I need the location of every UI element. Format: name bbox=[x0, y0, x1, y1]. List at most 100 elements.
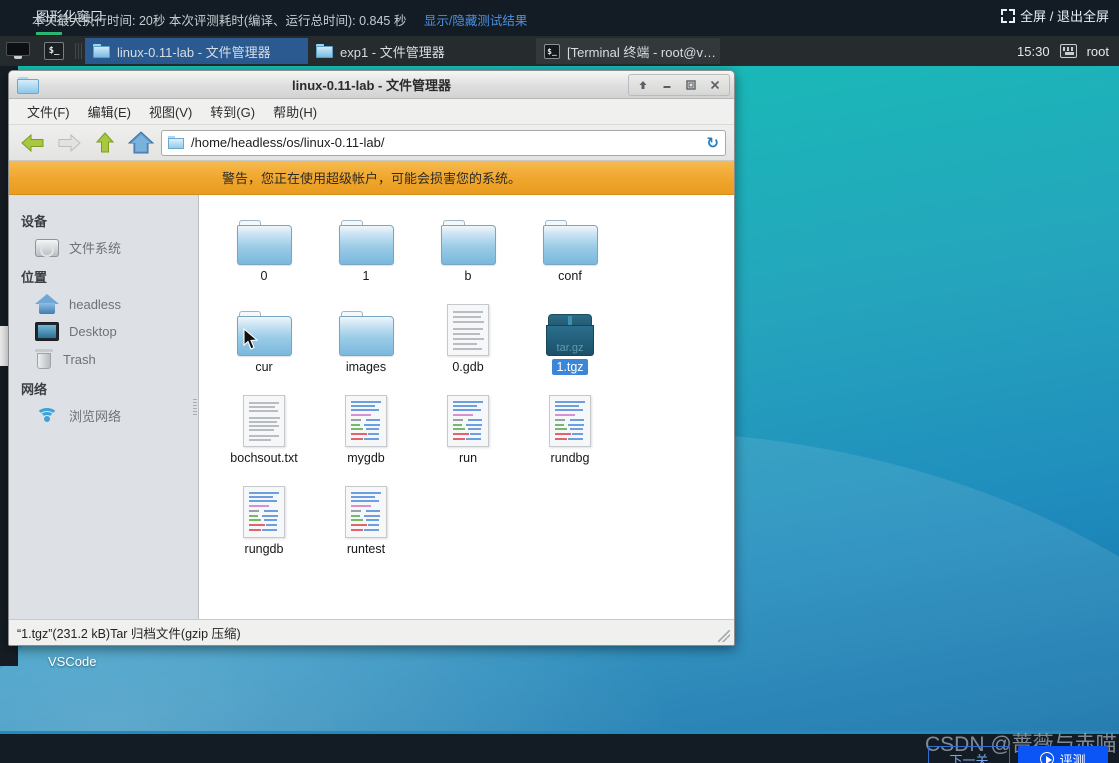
file-list-pane[interactable]: 0 1 b conf cur images 0.gdb tar.gz 1.tgz… bbox=[199, 195, 734, 619]
file-item[interactable]: 1 bbox=[315, 209, 417, 298]
close-button[interactable] bbox=[704, 76, 726, 94]
sidebar-item-desktop[interactable]: Desktop bbox=[9, 318, 198, 345]
resize-grip[interactable] bbox=[718, 630, 730, 642]
taskbar-item-label: [Terminal 终端 - root@v… bbox=[567, 44, 716, 60]
arrow-left-icon bbox=[21, 133, 44, 152]
terminal-launcher-button[interactable]: $_ bbox=[36, 36, 72, 66]
sidebar-resize-handle[interactable] bbox=[193, 399, 197, 415]
trash-icon bbox=[35, 349, 53, 369]
sidebar-item-label: headless bbox=[69, 296, 122, 312]
mouse-cursor-icon bbox=[243, 328, 259, 350]
file-item[interactable]: mygdb bbox=[315, 391, 417, 480]
fullscreen-toggle[interactable]: 全屏 / 退出全屏 bbox=[1001, 6, 1109, 25]
taskbar: $_ linux-0.11-lab - 文件管理器 exp1 - 文件管理器 $… bbox=[0, 36, 1119, 66]
document-icon bbox=[447, 304, 489, 356]
home-icon bbox=[35, 294, 59, 314]
file-item[interactable]: runtest bbox=[315, 482, 417, 571]
script-icon bbox=[345, 395, 387, 447]
network-icon bbox=[35, 407, 59, 425]
file-item[interactable]: 0 bbox=[213, 209, 315, 298]
file-label: run bbox=[458, 451, 478, 465]
file-item-selected[interactable]: tar.gz 1.tgz bbox=[519, 300, 621, 389]
taskbar-item-filemanager-lab[interactable]: linux-0.11-lab - 文件管理器 bbox=[85, 38, 308, 64]
file-label: images bbox=[345, 360, 387, 374]
maximize-button[interactable] bbox=[680, 76, 702, 94]
places-sidebar: 设备 文件系统 位置 headless Desktop Trash 网络 浏览网… bbox=[9, 195, 199, 619]
sidebar-group-places: 位置 bbox=[21, 270, 48, 285]
menu-edit[interactable]: 编辑(E) bbox=[80, 99, 139, 124]
taskbar-item-filemanager-exp1[interactable]: exp1 - 文件管理器 bbox=[308, 38, 536, 64]
path-input[interactable]: /home/headless/os/linux-0.11-lab/ ↻ bbox=[161, 129, 726, 156]
taskbar-separator bbox=[75, 43, 82, 59]
folder-icon bbox=[542, 220, 598, 265]
file-item[interactable]: rundbg bbox=[519, 391, 621, 480]
sidebar-item-filesystem[interactable]: 文件系统 bbox=[9, 234, 198, 261]
sidebar-item-headless[interactable]: headless bbox=[9, 290, 198, 318]
home-button[interactable] bbox=[125, 128, 157, 158]
next-level-button[interactable]: 下一关 bbox=[928, 746, 1010, 763]
archive-icon: tar.gz bbox=[546, 314, 594, 356]
sidebar-item-label: Desktop bbox=[69, 324, 117, 339]
folder-icon bbox=[93, 44, 110, 58]
sidebar-group-network: 网络 bbox=[21, 382, 48, 397]
file-grid: 0 1 b conf cur images 0.gdb tar.gz 1.tgz… bbox=[213, 209, 724, 571]
file-item[interactable]: bochsout.txt bbox=[213, 391, 315, 480]
play-icon bbox=[1040, 752, 1055, 763]
file-label: bochsout.txt bbox=[230, 451, 298, 465]
toggle-test-results-link[interactable]: 显示/隐藏测试结果 bbox=[424, 14, 527, 28]
menu-bar: 文件(F) 编辑(E) 视图(V) 转到(G) 帮助(H) bbox=[9, 99, 734, 125]
minimize-button[interactable] bbox=[656, 76, 678, 94]
file-manager-window: linux-0.11-lab - 文件管理器 文件(F) 编辑(E) 视图(V) bbox=[8, 70, 735, 646]
arrow-right-icon bbox=[58, 133, 81, 152]
evaluate-button-label: 评测 bbox=[1059, 752, 1086, 763]
desktop-icon-vscode[interactable]: VSCode bbox=[48, 654, 96, 669]
sidebar-group-devices: 设备 bbox=[21, 214, 48, 229]
status-text: “1.tgz”(231.2 kB)Tar 归档文件(gzip 压缩) bbox=[17, 627, 241, 641]
terminal-icon: $_ bbox=[44, 42, 64, 60]
file-item[interactable]: cur bbox=[213, 300, 315, 389]
file-label: b bbox=[464, 269, 472, 283]
file-label: cur bbox=[255, 360, 273, 374]
file-label: 0.gdb bbox=[452, 360, 484, 374]
sidebar-item-label: 浏览网络 bbox=[69, 409, 122, 424]
file-item[interactable]: 0.gdb bbox=[417, 300, 519, 389]
screen: 图形化窗口 全屏 / 退出全屏 $_ linux-0.11-lab - 文件管理… bbox=[0, 0, 1119, 763]
document-icon bbox=[243, 395, 285, 447]
archive-format-label: tar.gz bbox=[556, 342, 584, 354]
reload-icon[interactable]: ↻ bbox=[706, 134, 719, 152]
warning-text: 警告，您正在使用超级帐户，可能会损害您的系统。 bbox=[221, 171, 521, 186]
back-button[interactable] bbox=[17, 128, 49, 158]
monitor-icon bbox=[6, 42, 30, 60]
menu-go[interactable]: 转到(G) bbox=[202, 99, 263, 124]
script-icon bbox=[549, 395, 591, 447]
file-item[interactable]: b bbox=[417, 209, 519, 298]
taskbar-item-terminal[interactable]: $_ [Terminal 终端 - root@v… bbox=[536, 38, 720, 64]
file-label: rungdb bbox=[244, 542, 284, 556]
shade-button[interactable] bbox=[632, 76, 654, 94]
sidebar-item-trash[interactable]: Trash bbox=[9, 345, 198, 373]
file-item[interactable]: conf bbox=[519, 209, 621, 298]
navigation-toolbar: /home/headless/os/linux-0.11-lab/ ↻ bbox=[9, 125, 734, 161]
file-item[interactable]: rungdb bbox=[213, 482, 315, 571]
sidebar-item-browse-network[interactable]: 浏览网络 bbox=[9, 402, 198, 429]
file-label: 1.tgz bbox=[552, 359, 588, 375]
file-label: runtest bbox=[346, 542, 386, 556]
folder-icon bbox=[338, 220, 394, 265]
window-titlebar[interactable]: linux-0.11-lab - 文件管理器 bbox=[9, 71, 734, 99]
menu-help[interactable]: 帮助(H) bbox=[265, 99, 325, 124]
keyboard-icon[interactable] bbox=[1059, 44, 1077, 58]
script-icon bbox=[345, 486, 387, 538]
menu-view[interactable]: 视图(V) bbox=[141, 99, 200, 124]
up-button[interactable] bbox=[89, 128, 121, 158]
menu-file[interactable]: 文件(F) bbox=[19, 99, 78, 124]
folder-icon bbox=[168, 136, 184, 149]
terminal-icon: $_ bbox=[544, 43, 560, 59]
file-item[interactable]: images bbox=[315, 300, 417, 389]
evaluate-button[interactable]: 评测 bbox=[1018, 746, 1108, 763]
file-item[interactable]: run bbox=[417, 391, 519, 480]
taskbar-item-label: exp1 - 文件管理器 bbox=[340, 44, 445, 60]
taskbar-item-label: linux-0.11-lab - 文件管理器 bbox=[117, 44, 271, 60]
sidebar-item-label: 文件系统 bbox=[69, 241, 122, 256]
script-icon bbox=[447, 395, 489, 447]
show-desktop-button[interactable] bbox=[0, 36, 36, 66]
